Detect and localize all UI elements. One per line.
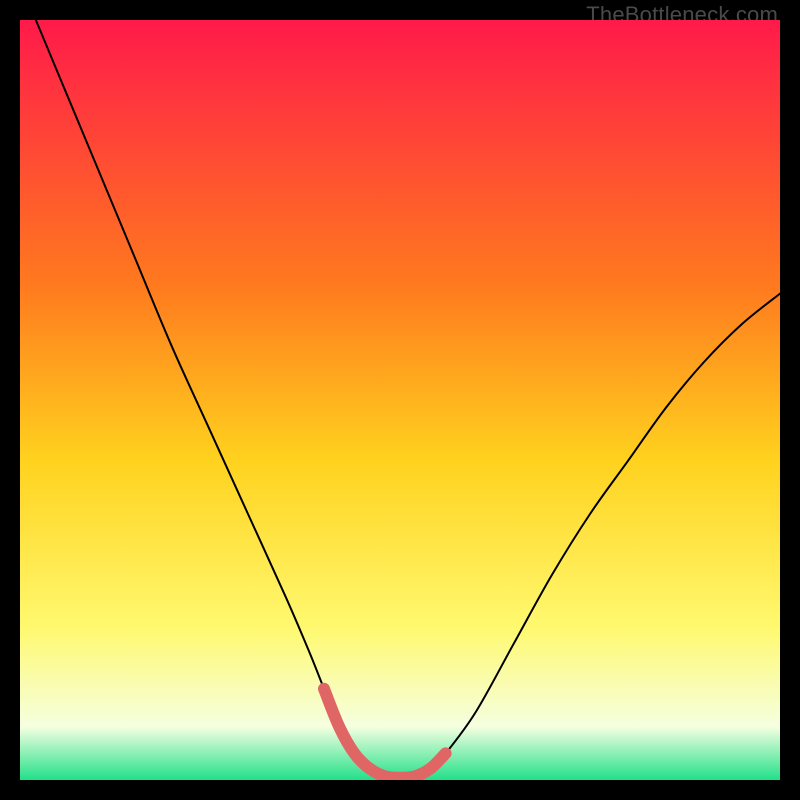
plot-area [20,20,780,780]
gradient-background [20,20,780,780]
chart-frame: TheBottleneck.com [0,0,800,800]
bottleneck-chart [20,20,780,780]
